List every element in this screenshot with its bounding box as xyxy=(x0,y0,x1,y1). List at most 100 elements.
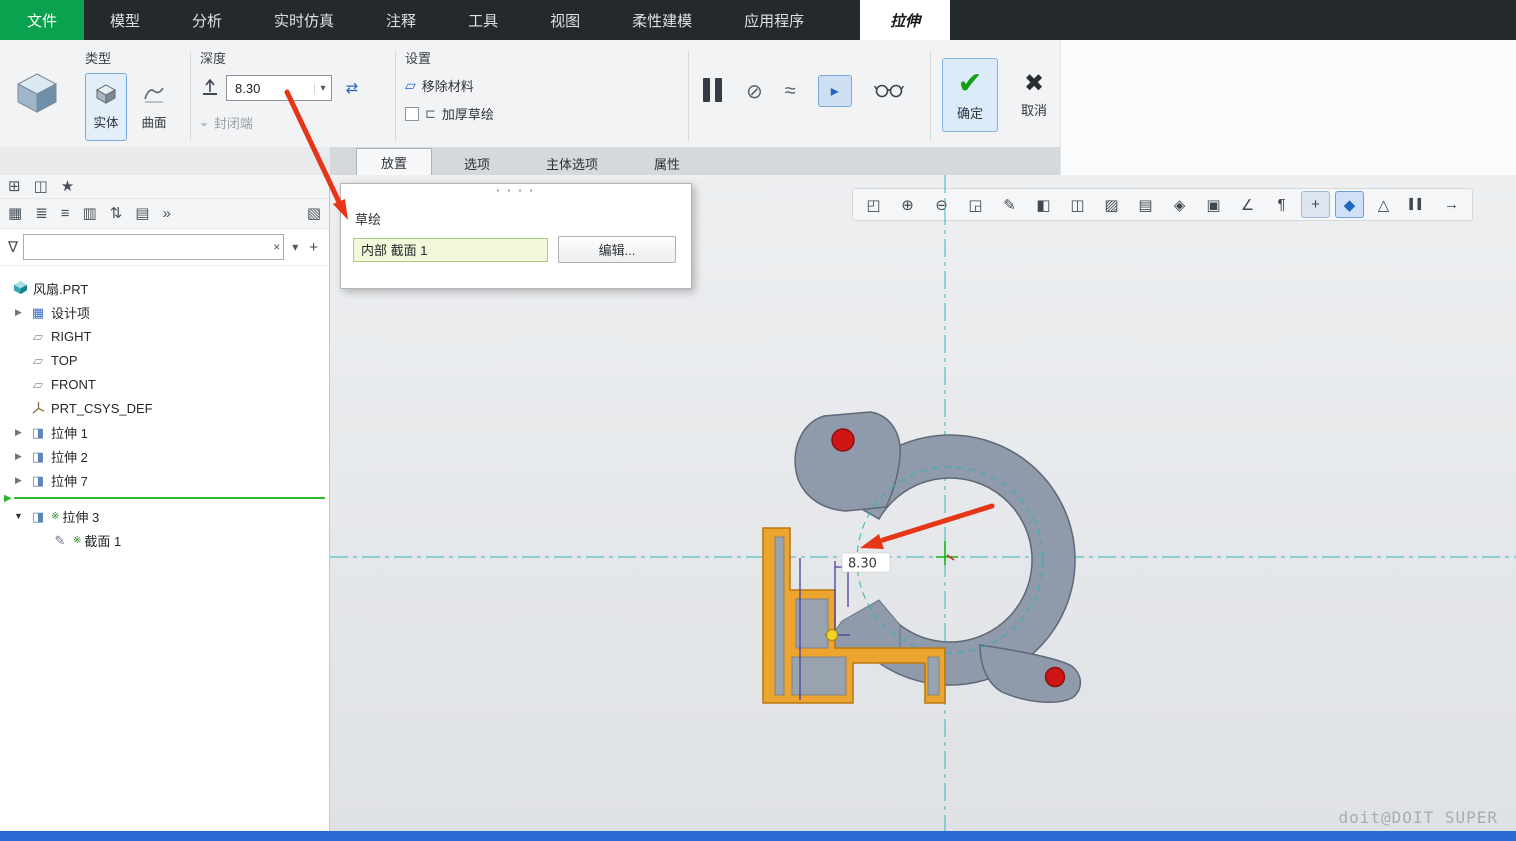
verify-feature-button[interactable]: ▸ xyxy=(817,75,852,107)
filter-dropdown-icon[interactable]: ▾ xyxy=(289,240,301,254)
thicken-sketch-label: 加厚草绘 xyxy=(441,107,494,122)
tree-row-top-plane[interactable]: ▱ TOP xyxy=(0,348,329,372)
ribbon-separator xyxy=(930,52,931,140)
bolt-hole-top[interactable] xyxy=(831,428,855,452)
tree-row-front-plane[interactable]: ▱ FRONT xyxy=(0,372,329,396)
thicken-sketch-icon: ⊏ xyxy=(425,105,436,121)
layer-tree-icon[interactable]: ◫ xyxy=(34,179,48,194)
tree-row-extrude-3[interactable]: ▼ ◨ ※ 拉伸 3 xyxy=(0,504,329,528)
ok-label: 确定 xyxy=(956,105,983,121)
tab-body-options[interactable]: 主体选项 xyxy=(522,151,622,175)
expand-arrow-icon[interactable]: ▶ xyxy=(12,451,25,462)
menu-model[interactable]: 模型 xyxy=(84,0,166,40)
cancel-label: 取消 xyxy=(1020,102,1047,118)
column-display-icon[interactable]: ▥ xyxy=(83,206,97,221)
surface-label: 曲面 xyxy=(141,116,167,130)
attached-preview-icon[interactable]: ≈ xyxy=(785,80,796,103)
remove-material-toggle[interactable]: ▱ 移除材料 xyxy=(405,76,494,95)
depth-type-blind-icon[interactable] xyxy=(200,77,220,100)
menu-analysis[interactable]: 分析 xyxy=(166,0,248,40)
model-tree: 风扇.PRT ▶ ▦ 设计项 ▱ RIGHT ▱ TOP ▱ FRONT PRT… xyxy=(0,276,329,552)
insert-here-locator[interactable]: ▶ xyxy=(0,492,329,504)
tree-row-right-plane[interactable]: ▱ RIGHT xyxy=(0,324,329,348)
cancel-button[interactable]: ✖ 取消 xyxy=(1006,58,1062,132)
depth-combo-caret-icon[interactable]: ▾ xyxy=(314,82,331,94)
tree-row-extrude-7[interactable]: ▶ ◨ 拉伸 7 xyxy=(0,468,329,492)
tree-search-input[interactable] xyxy=(24,237,271,257)
depth-value-combobox[interactable]: 8.30 ▾ xyxy=(226,75,332,101)
sketch-icon: ✎ xyxy=(54,532,66,548)
panel-grip-handle[interactable]: ▪ ▪ ▪ ▪ xyxy=(341,184,691,195)
extrude-icon: ◨ xyxy=(31,424,45,440)
menu-view[interactable]: 视图 xyxy=(524,0,606,40)
capped-ends-icon: ◒ xyxy=(200,115,208,130)
tree-toolbar-row1: ⊞ ◫ ★ xyxy=(0,175,329,199)
tree-search-box[interactable]: × xyxy=(23,234,285,260)
datum-plane-icon: ▱ xyxy=(33,328,43,344)
flip-direction-icon: ⇄ xyxy=(345,80,359,97)
csys-icon xyxy=(30,401,46,416)
tab-options[interactable]: 选项 xyxy=(440,151,514,175)
tree-list-icon[interactable]: ≡ xyxy=(61,206,70,221)
model-tree-icon[interactable]: ▦ xyxy=(8,206,22,221)
collapse-arrow-icon[interactable]: ▼ xyxy=(12,511,25,521)
tree-doc-icon[interactable]: ▧ xyxy=(307,206,321,221)
tree-row-csys[interactable]: PRT_CSYS_DEF xyxy=(0,396,329,420)
cancel-x-icon: ✖ xyxy=(1023,69,1045,97)
watermark: doit@DOIT SUPER xyxy=(1338,808,1498,827)
edit-sketch-button[interactable]: 编辑... xyxy=(558,236,676,263)
tab-extrude-feature[interactable]: 拉伸 xyxy=(860,0,951,40)
solid-button[interactable]: 实体 xyxy=(85,73,127,141)
menu-flexible-modeling[interactable]: 柔性建模 xyxy=(606,0,718,40)
no-preview-icon[interactable]: ⊘ xyxy=(746,79,763,104)
tree-item-label: 截面 1 xyxy=(84,533,122,549)
section-collector-field[interactable] xyxy=(353,237,548,262)
tab-placement[interactable]: 放置 xyxy=(356,148,433,175)
tree-row-section-1[interactable]: ✎ ※ 截面 1 xyxy=(0,528,329,552)
confirm-group: ✔ 确定 ✖ 取消 xyxy=(942,58,1062,132)
overflow-chevron-icon[interactable]: » xyxy=(162,206,170,221)
sort-order-icon[interactable]: ⇅ xyxy=(110,206,123,221)
thicken-sketch-checkbox[interactable] xyxy=(405,106,419,121)
preview-glasses-icon[interactable] xyxy=(873,82,904,101)
tree-item-label: PRT_CSYS_DEF xyxy=(51,400,153,416)
menu-live-simulation[interactable]: 实时仿真 xyxy=(248,0,360,40)
menu-file[interactable]: 文件 xyxy=(0,0,84,40)
surface-button[interactable]: 曲面 xyxy=(133,73,175,141)
settings-list-icon[interactable]: ▤ xyxy=(135,206,149,221)
extrude-icon: ◨ xyxy=(31,448,45,464)
tree-root-row[interactable]: 风扇.PRT xyxy=(0,276,329,300)
menu-tools[interactable]: 工具 xyxy=(442,0,524,40)
extrude-icon: ◨ xyxy=(31,508,45,524)
preview-group: ⊘ ≈ ▸ xyxy=(700,75,904,107)
depth-dimension[interactable]: 8.30 xyxy=(841,552,891,573)
depth-dimension-value[interactable]: 8.30 xyxy=(848,557,877,572)
ribbon-separator xyxy=(395,52,396,140)
ok-button[interactable]: ✔ 确定 xyxy=(942,58,998,132)
flip-direction-button[interactable]: ⇄ xyxy=(338,75,366,101)
type-group-label: 类型 xyxy=(85,51,112,66)
menu-annotate[interactable]: 注释 xyxy=(360,0,442,40)
add-filter-icon[interactable]: + xyxy=(306,239,321,256)
sketch-label: 草绘 xyxy=(355,212,382,227)
capped-ends-toggle[interactable]: ◒ 封闭端 xyxy=(200,113,366,132)
sketch-vertex-handle[interactable] xyxy=(825,628,839,642)
ribbon-separator xyxy=(688,52,689,140)
item-display-icon[interactable]: ⊞ xyxy=(8,179,21,194)
tree-row-design-items[interactable]: ▶ ▦ 设计项 xyxy=(0,300,329,324)
tab-properties[interactable]: 属性 xyxy=(630,151,704,175)
bolt-hole-bottom[interactable] xyxy=(1044,666,1066,688)
tree-item-label: 拉伸 1 xyxy=(51,425,88,441)
datum-plane-icon: ▱ xyxy=(33,376,43,392)
expand-arrow-icon[interactable]: ▶ xyxy=(12,307,25,318)
tree-row-extrude-2[interactable]: ▶ ◨ 拉伸 2 xyxy=(0,444,329,468)
thicken-sketch-toggle[interactable]: ⊏ 加厚草绘 xyxy=(405,104,494,123)
menu-applications[interactable]: 应用程序 xyxy=(718,0,830,40)
expand-arrow-icon[interactable]: ▶ xyxy=(12,427,25,438)
favorites-icon[interactable]: ★ xyxy=(61,179,74,194)
pause-button[interactable] xyxy=(700,77,724,105)
tree-row-extrude-1[interactable]: ▶ ◨ 拉伸 1 xyxy=(0,420,329,444)
clear-search-icon[interactable]: × xyxy=(270,240,283,254)
expand-arrow-icon[interactable]: ▶ xyxy=(12,475,25,486)
tree-filters-icon[interactable]: ≣ xyxy=(35,206,48,221)
